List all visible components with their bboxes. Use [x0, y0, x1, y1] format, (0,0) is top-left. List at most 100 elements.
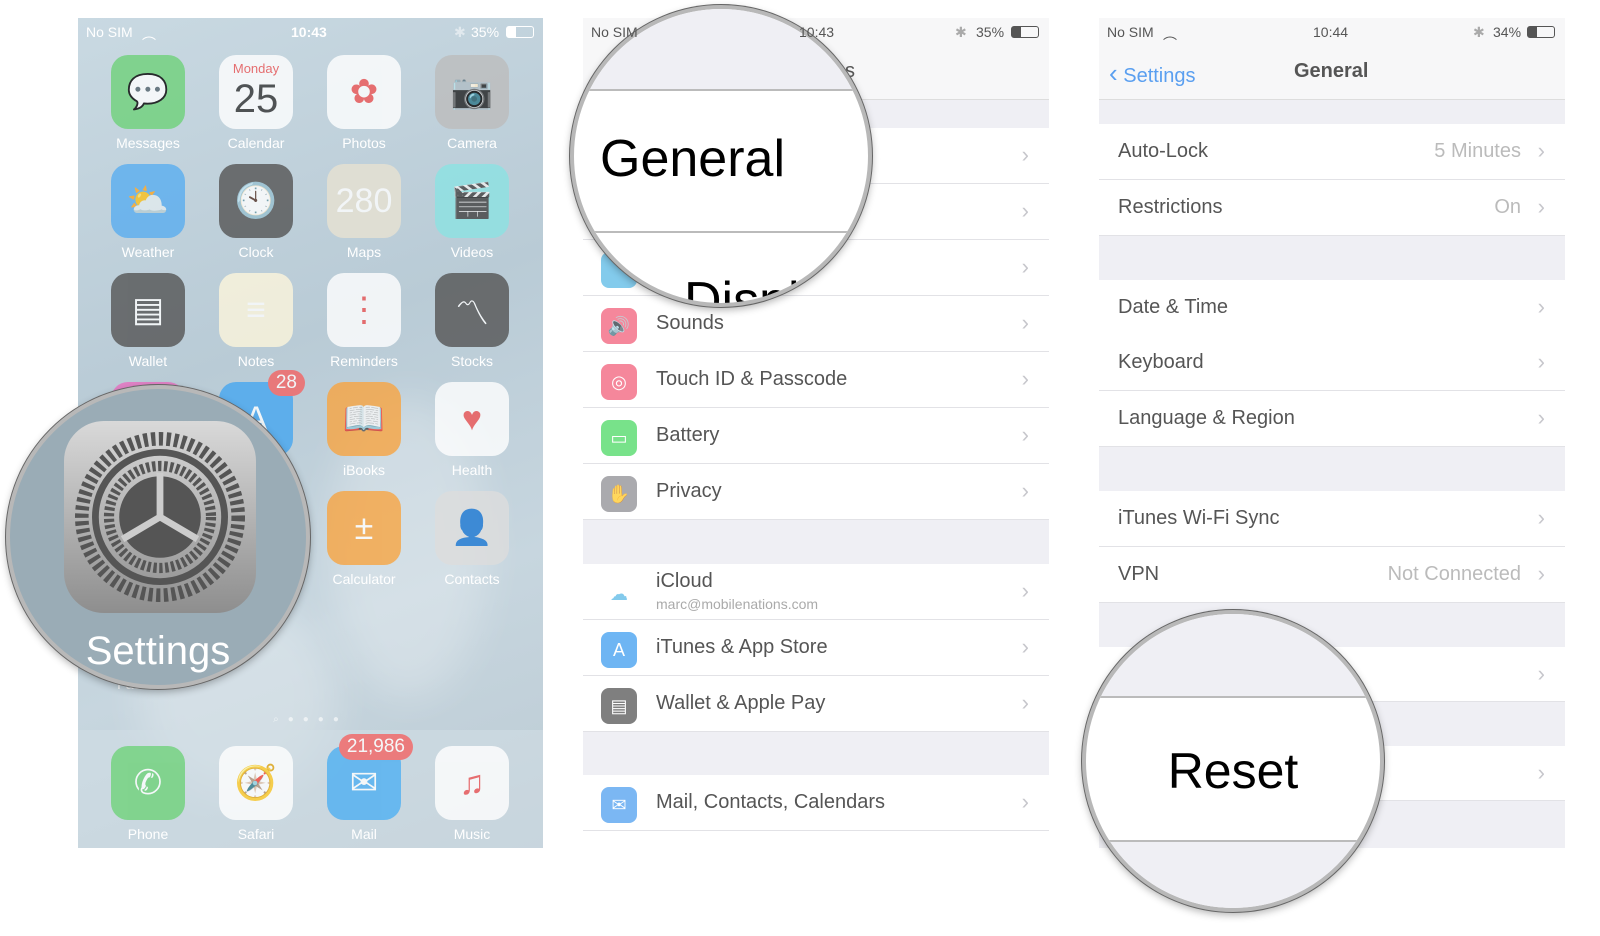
row-label: Privacy — [656, 480, 722, 502]
app-label: Health — [451, 462, 493, 478]
settings-row-touch-id-passcode[interactable]: ◎ Touch ID & Passcode › — [583, 352, 1049, 408]
phone-icon: ✆ — [111, 746, 185, 820]
reminders-icon: ⋮ — [327, 273, 401, 347]
icon-glyph: 🔊 — [607, 315, 631, 336]
settings-row-mail-contacts-calendars[interactable]: ✉ Mail, Contacts, Calendars › — [583, 775, 1049, 831]
general-row-itunes-wi-fi-sync[interactable]: iTunes Wi-Fi Sync › — [1099, 491, 1565, 547]
settings-row-sounds[interactable]: 🔊 Sounds › — [583, 296, 1049, 352]
magnifier-general: General Display — [570, 5, 872, 307]
icon-glyph: 🧭 — [234, 764, 278, 802]
calendar-date: 25 — [233, 76, 279, 121]
music-icon: ♫ — [435, 746, 509, 820]
app-camera[interactable]: 📷 Camera — [427, 55, 517, 151]
general-row-language-region[interactable]: Language & Region › — [1099, 391, 1565, 447]
clock-time: 10:44 — [1313, 24, 1349, 40]
nav-bar: No SIM ︵ 10:44 ✱ 34% ‹ Settings General — [1099, 18, 1565, 100]
row-label: Wallet & Apple Pay — [656, 692, 826, 714]
safari-icon: 🧭 — [219, 746, 293, 820]
icon-glyph: ✆ — [133, 764, 163, 802]
wifi-icon: ︵ — [142, 26, 156, 42]
contacts-icon: 👤 — [435, 491, 509, 565]
icon-glyph: 280 — [335, 181, 393, 220]
photos-icon: ✿ — [327, 55, 401, 129]
page-indicator[interactable]: ⌕●●●● — [78, 714, 543, 725]
chevron-right-icon: › — [1021, 198, 1029, 223]
app-ibooks[interactable]: 📖 iBooks — [319, 382, 409, 478]
health-icon: ♥ — [435, 382, 509, 456]
chevron-right-icon: › — [1021, 478, 1029, 503]
app-messages[interactable]: 💬 Messages — [103, 55, 193, 151]
row-subtitle: marc@mobilenations.com — [656, 596, 819, 612]
chevron-right-icon: › — [1537, 138, 1545, 163]
chevron-right-icon: › — [1021, 578, 1029, 603]
settings-row-partial[interactable] — [583, 831, 1049, 848]
icon-glyph: ♫ — [459, 763, 485, 802]
weather-icon: ⛅ — [111, 164, 185, 238]
row-label: Language & Region — [1118, 407, 1295, 429]
app-weather[interactable]: ⛅ Weather — [103, 164, 193, 260]
settings-row-privacy[interactable]: ✋ Privacy › — [583, 464, 1049, 520]
app-safari[interactable]: 🧭 Safari — [211, 746, 301, 842]
app-stocks[interactable]: 〽 Stocks — [427, 273, 517, 369]
reset-row-magnified[interactable]: Reset — [1086, 742, 1380, 800]
icon-glyph: ✉ — [611, 794, 627, 815]
chevron-right-icon: › — [1537, 294, 1545, 319]
icon-glyph: ≡ — [246, 290, 266, 329]
general-row-magnified[interactable]: General — [600, 129, 785, 189]
settings-app-label: Settings — [85, 629, 231, 673]
chevron-right-icon: › — [1021, 254, 1029, 279]
app-mail[interactable]: ✉ 21,986 Mail — [319, 734, 413, 842]
app-label: iBooks — [342, 462, 386, 478]
mail-icon: ✉ 21,986 — [327, 734, 413, 820]
row-label: Touch ID & Passcode — [656, 368, 848, 390]
icon-glyph: ☁ — [610, 583, 628, 604]
app-label: Stocks — [450, 353, 493, 369]
row-value: On — [1494, 196, 1521, 218]
dock: ✆ Phone 🧭 Safari ✉ 21,986 Mail ♫ Music — [78, 730, 543, 848]
back-button[interactable]: ‹ Settings — [1109, 58, 1196, 89]
nav-title: General — [1294, 60, 1369, 82]
settings-row-battery[interactable]: ▭ Battery › — [583, 408, 1049, 464]
chevron-right-icon: › — [1537, 194, 1545, 219]
app-phone[interactable]: ✆ Phone — [103, 746, 193, 842]
app-calendar[interactable]: Monday 25 Calendar — [211, 55, 301, 151]
row-label: Mail, Contacts, Calendars — [656, 791, 885, 813]
app-calculator[interactable]: ± Calculator — [319, 491, 409, 587]
touch-id-passcode-icon: ◎ — [601, 364, 637, 400]
app-label: Notes — [237, 353, 275, 369]
general-row-keyboard[interactable]: Keyboard › — [1099, 335, 1565, 391]
app-reminders[interactable]: ⋮ Reminders — [319, 273, 409, 369]
app-music[interactable]: ♫ Music — [427, 746, 517, 842]
wallet-icon: ▤ — [111, 273, 185, 347]
row-label: Restrictions — [1118, 196, 1223, 218]
carrier-label: No SIM — [1107, 24, 1154, 40]
app-wallet[interactable]: ▤ Wallet — [103, 273, 193, 369]
app-videos[interactable]: 🎬 Videos — [427, 164, 517, 260]
row-label: Sounds — [656, 312, 724, 334]
app-label: Phone — [127, 826, 169, 842]
icon-glyph: ▤ — [131, 291, 165, 329]
general-row-restrictions[interactable]: Restrictions On › — [1099, 180, 1565, 236]
sounds-icon: 🔊 — [601, 308, 637, 344]
app-contacts[interactable]: 👤 Contacts — [427, 491, 517, 587]
privacy-icon: ✋ — [601, 476, 637, 512]
general-row-vpn[interactable]: VPN Not Connected › — [1099, 547, 1565, 603]
app-photos[interactable]: ✿ Photos — [319, 55, 409, 151]
chevron-right-icon: › — [1537, 661, 1545, 686]
settings-row-itunes-app-store[interactable]: AiTunes & App Store › — [583, 620, 1049, 676]
general-row-auto-lock[interactable]: Auto-Lock 5 Minutes › — [1099, 124, 1565, 180]
app-clock[interactable]: 🕙 Clock — [211, 164, 301, 260]
app-maps[interactable]: 280 Maps — [319, 164, 409, 260]
general-row-date-time[interactable]: Date & Time › — [1099, 280, 1565, 336]
itunes-app-store-icon: A — [601, 632, 637, 668]
chevron-right-icon: › — [1537, 349, 1545, 374]
settings-app-icon[interactable] — [64, 421, 256, 613]
app-label: Photos — [342, 135, 386, 151]
settings-row-icloud[interactable]: ☁ iCloud marc@mobilenations.com › — [583, 564, 1049, 620]
chevron-right-icon: › — [1021, 634, 1029, 659]
app-health[interactable]: ♥ Health — [427, 382, 517, 478]
app-notes[interactable]: ≡ Notes — [211, 273, 301, 369]
settings-row-wallet-apple-pay[interactable]: ▤ Wallet & Apple Pay › — [583, 676, 1049, 732]
icon-glyph: 🎬 — [450, 182, 494, 220]
icon-glyph: A — [612, 639, 625, 660]
